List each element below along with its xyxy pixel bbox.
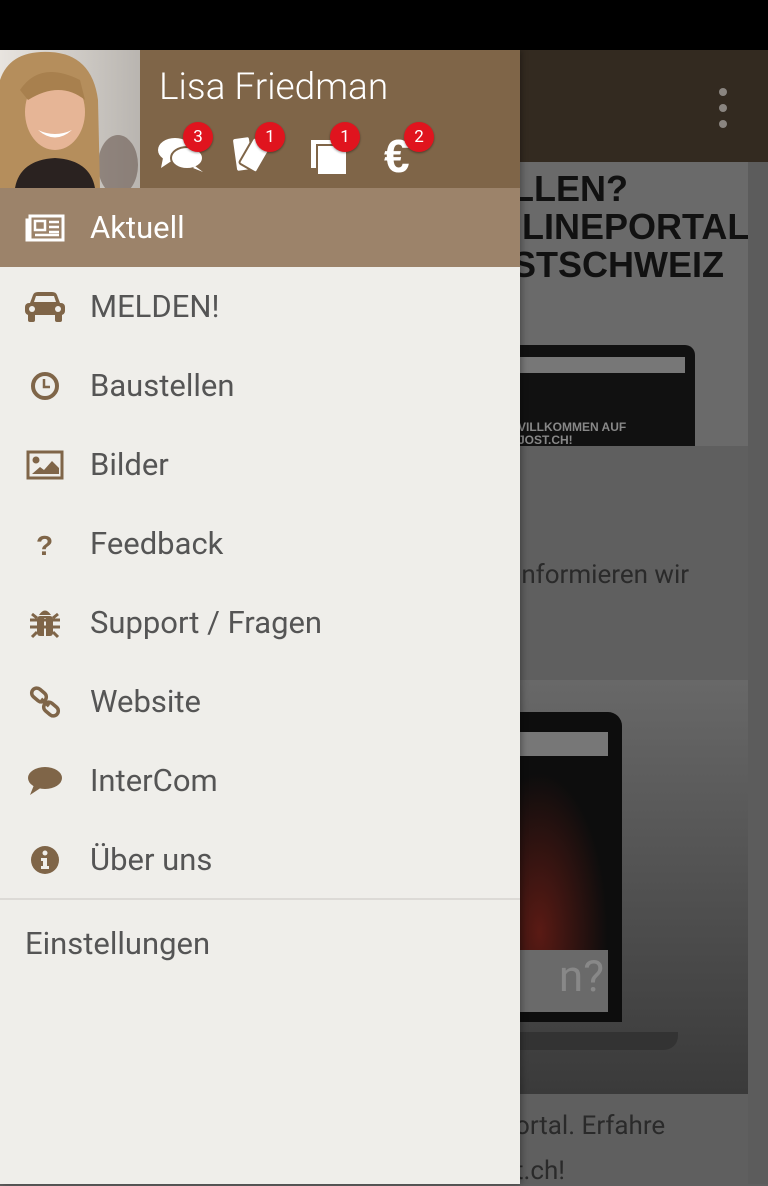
car-icon	[25, 291, 65, 322]
newspaper-icon	[25, 214, 65, 241]
avatar[interactable]	[0, 50, 140, 188]
documents-button[interactable]: 1	[308, 122, 360, 178]
menu-label: Bilder	[90, 446, 169, 483]
menu-label: Website	[90, 683, 201, 720]
menu-label: Über uns	[90, 841, 213, 878]
status-bar	[0, 0, 768, 50]
overflow-menu-icon[interactable]	[716, 88, 730, 128]
payments-badge: 2	[404, 122, 434, 152]
divider	[0, 898, 520, 900]
settings-item[interactable]: Einstellungen	[25, 925, 210, 962]
menu-item-aktuell[interactable]: Aktuell	[0, 188, 520, 267]
menu-label: Support / Fragen	[90, 604, 323, 641]
menu-label: MELDEN!	[90, 288, 220, 325]
menu-item-ueber-uns[interactable]: Über uns	[0, 820, 520, 899]
menu-item-baustellen[interactable]: Baustellen	[0, 346, 520, 425]
body-text: ortal. Erfahre	[515, 1111, 666, 1141]
laptop-text: VILLKOMMEN AUF JOST.CH!	[518, 420, 627, 447]
laptop-base	[500, 1032, 678, 1050]
comment-icon	[28, 766, 62, 795]
image-icon	[26, 450, 64, 479]
laptop-image: VILLKOMMEN AUF JOST.CH!	[500, 345, 695, 447]
menu-item-intercom[interactable]: InterCom	[0, 741, 520, 820]
payments-button[interactable]: € 2	[384, 122, 434, 182]
menu-label: Feedback	[90, 525, 224, 562]
menu-label: InterCom	[90, 762, 218, 799]
user-name: Lisa Friedman	[159, 66, 389, 109]
documents-badge: 1	[330, 122, 360, 152]
bug-icon	[30, 610, 60, 638]
menu-item-support[interactable]: Support / Fragen	[0, 583, 520, 662]
menu-item-feedback[interactable]: ? Feedback	[0, 504, 520, 583]
navigation-drawer: Lisa Friedman 3 1 1 € 2 Aktuell MELDEN! …	[0, 50, 520, 1184]
body-text: informieren wir	[515, 560, 690, 590]
messages-button[interactable]: 3	[157, 122, 213, 178]
link-icon	[29, 685, 61, 718]
question-icon: ?	[36, 530, 53, 559]
scrim	[748, 162, 768, 1184]
laptop-text: n?	[510, 950, 608, 1012]
menu-label: Aktuell	[90, 209, 185, 246]
menu-item-bilder[interactable]: Bilder	[0, 425, 520, 504]
menu-label: Baustellen	[90, 367, 235, 404]
clock-icon	[31, 371, 59, 400]
svg-text:?: ?	[36, 530, 53, 559]
body-text: t.ch!	[515, 1156, 565, 1186]
hero-title: LLEN? ILINEPORTAL STSCHWEIZ	[512, 168, 750, 285]
messages-badge: 3	[183, 122, 213, 152]
info-icon	[31, 845, 59, 874]
menu-item-website[interactable]: Website	[0, 662, 520, 741]
tickets-button[interactable]: 1	[231, 122, 285, 178]
drawer-header: Lisa Friedman 3 1 1 € 2	[0, 50, 520, 188]
menu-item-melden[interactable]: MELDEN!	[0, 267, 520, 346]
tickets-badge: 1	[255, 122, 285, 152]
